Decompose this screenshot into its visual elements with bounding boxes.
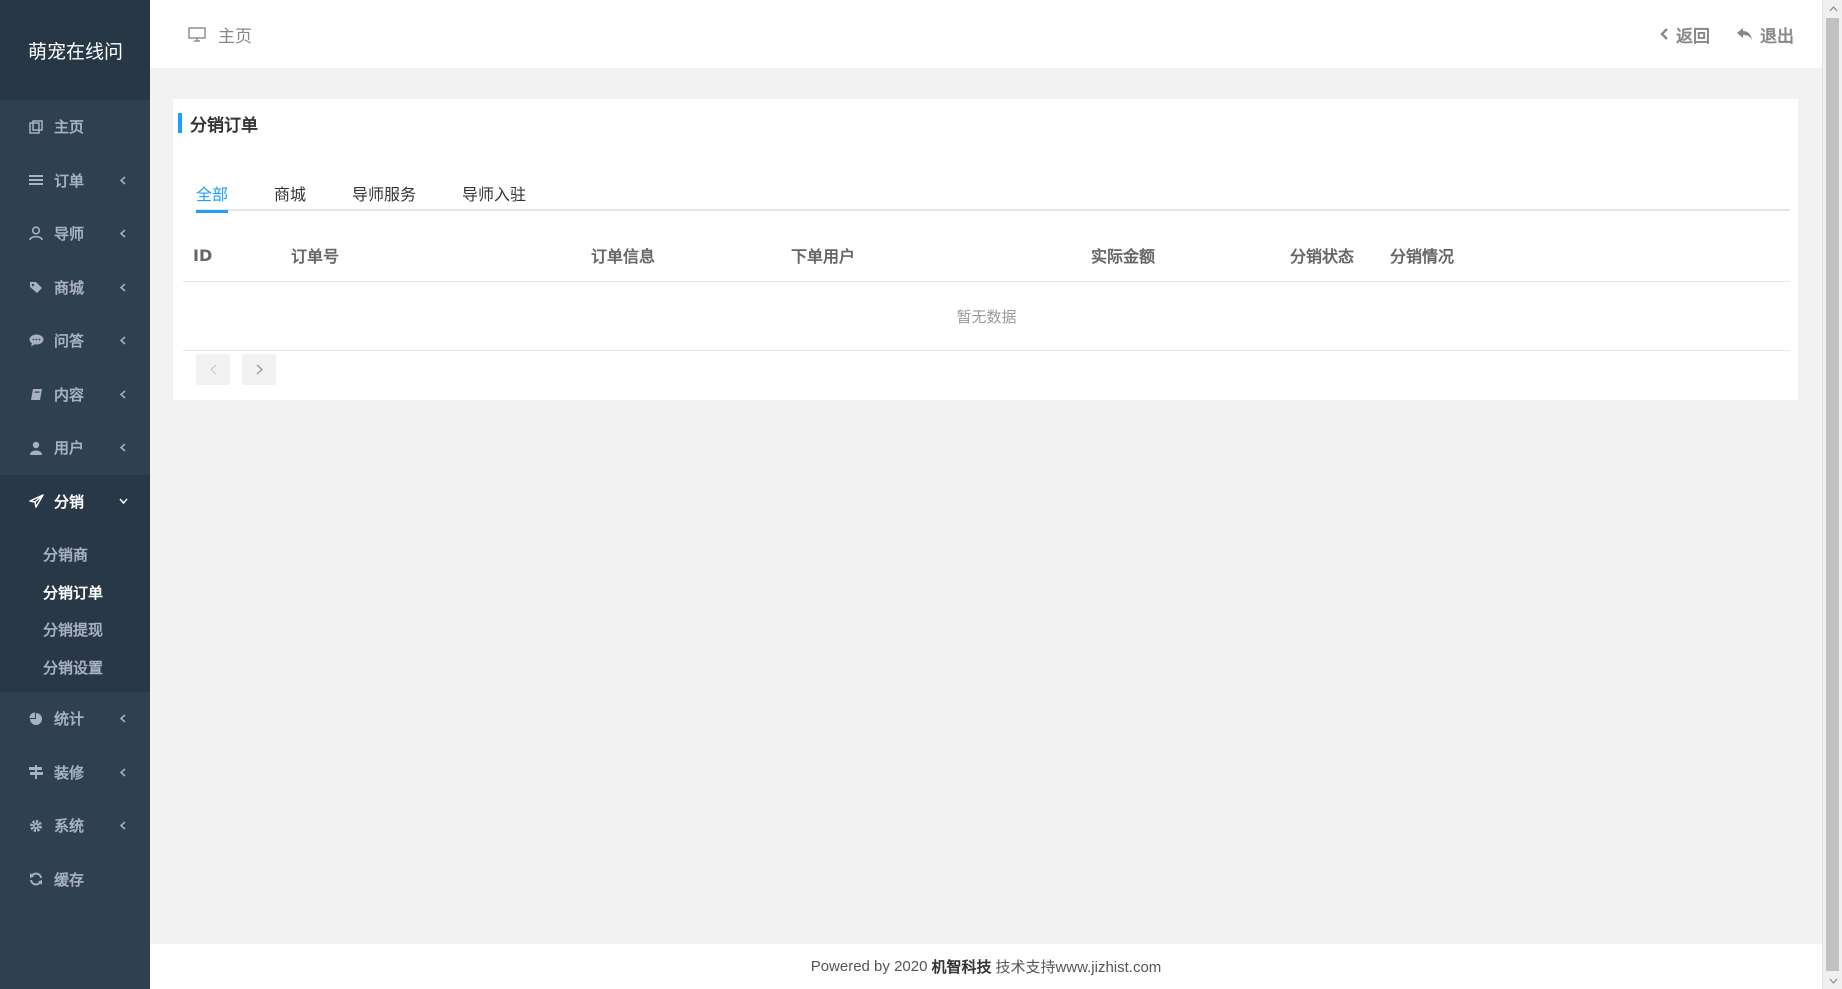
sidebar-item-label: 问答	[54, 332, 85, 351]
sidebar-item-qa[interactable]: 问答	[0, 314, 150, 368]
sidebar: 萌宠在线问 主页 订单 导师 商城 问答 内容 用户 分销 分销商 分销订单 分…	[0, 0, 150, 989]
chevron-left-icon	[118, 767, 128, 777]
footer: Powered by 2020 机智科技 技术支持www.jizhist.com	[150, 944, 1822, 989]
chevron-left-icon	[118, 282, 128, 292]
submenu-item-distributors[interactable]: 分销商	[0, 536, 150, 574]
monitor-icon	[188, 26, 206, 42]
sidebar-item-label: 商城	[54, 278, 85, 297]
column-header-amount[interactable]: 实际金额	[1091, 243, 1155, 267]
chevron-left-icon	[118, 336, 128, 346]
tab-all[interactable]: 全部	[196, 175, 229, 213]
chevron-left-icon	[118, 229, 128, 239]
chevron-left-icon	[118, 821, 128, 831]
breadcrumb-label: 主页	[218, 26, 252, 47]
tab-mentor-service[interactable]: 导师服务	[352, 175, 416, 211]
sidebar-item-label: 统计	[54, 710, 85, 729]
sidebar-item-distribution[interactable]: 分销	[0, 474, 150, 528]
back-button[interactable]: 返回	[1660, 22, 1710, 47]
user-icon	[28, 440, 44, 456]
sidebar-item-content[interactable]: 内容	[0, 368, 150, 422]
chevron-left-icon	[209, 360, 217, 379]
chevron-left-icon	[118, 714, 128, 724]
sidebar-item-orders[interactable]: 订单	[0, 154, 150, 208]
book-icon	[28, 386, 44, 402]
submenu-item-distribution-settings[interactable]: 分销设置	[0, 649, 150, 687]
chevron-left-icon	[118, 175, 128, 185]
chevron-left-icon	[1660, 27, 1669, 41]
scroll-up-arrow-icon[interactable]	[1823, 0, 1842, 17]
sidebar-item-label: 用户	[54, 439, 85, 458]
column-header-status[interactable]: 分销状态	[1290, 243, 1354, 267]
content-panel: 分销订单 全部 商城 导师服务 导师入驻 ID 订单号 订单信息 下单用户 实际…	[173, 99, 1798, 400]
sidebar-item-shop[interactable]: 商城	[0, 261, 150, 315]
sidebar-item-system[interactable]: 系统	[0, 799, 150, 853]
column-header-detail[interactable]: 分销情况	[1390, 243, 1454, 267]
breadcrumb[interactable]: 主页	[188, 22, 252, 47]
chevron-right-icon	[256, 360, 263, 379]
tags-icon	[28, 279, 44, 295]
sidebar-item-users[interactable]: 用户	[0, 421, 150, 475]
reply-icon	[1736, 27, 1753, 41]
submenu-item-distribution-withdraw[interactable]: 分销提现	[0, 611, 150, 649]
paper-plane-icon	[28, 493, 44, 509]
column-header-order-info[interactable]: 订单信息	[591, 243, 655, 267]
back-label: 返回	[1676, 26, 1710, 47]
tab-mentor-join[interactable]: 导师入驻	[462, 175, 526, 211]
sidebar-item-label: 导师	[54, 225, 85, 244]
comment-icon	[28, 333, 44, 349]
sidebar-item-label: 内容	[54, 385, 85, 404]
sidebar-nav: 主页 订单 导师 商城 问答 内容 用户 分销	[0, 100, 150, 528]
sidebar-item-label: 分销	[54, 492, 85, 511]
gear-icon	[28, 818, 44, 834]
footer-prefix: Powered by 2020	[810, 958, 928, 975]
footer-company: 机智科技	[931, 959, 992, 976]
tab-bar: 全部 商城 导师服务 导师入驻	[196, 175, 1790, 213]
chevron-down-icon	[118, 496, 128, 506]
refresh-icon	[28, 871, 44, 887]
app-logo[interactable]: 萌宠在线问	[0, 0, 150, 100]
sidebar-item-label: 主页	[54, 118, 85, 137]
logout-button[interactable]: 退出	[1736, 22, 1794, 47]
empty-state: 暂无数据	[183, 283, 1790, 351]
sidebar-item-mentors[interactable]: 导师	[0, 207, 150, 261]
user-outline-icon	[28, 226, 44, 242]
bars-icon	[28, 172, 44, 188]
sidebar-item-cache[interactable]: 缓存	[0, 853, 150, 907]
sidebar-item-label: 缓存	[54, 870, 85, 889]
logout-label: 退出	[1760, 26, 1794, 47]
sidebar-nav-lower: 统计 装修 系统 缓存	[0, 692, 150, 906]
submenu-item-distribution-orders[interactable]: 分销订单	[0, 574, 150, 612]
column-header-user[interactable]: 下单用户	[791, 243, 855, 267]
footer-suffix[interactable]: 技术支持www.jizhist.com	[995, 956, 1161, 977]
scrollbar-thumb[interactable]	[1826, 18, 1839, 971]
top-bar: 主页 返回 退出	[150, 0, 1822, 68]
sidebar-item-label: 系统	[54, 817, 85, 836]
sidebar-item-label: 订单	[54, 171, 85, 190]
page-title: 分销订单	[178, 113, 258, 136]
pie-chart-icon	[28, 711, 44, 727]
next-page-button[interactable]	[242, 354, 276, 385]
sidebar-item-home[interactable]: 主页	[0, 100, 150, 154]
sidebar-item-stats[interactable]: 统计	[0, 692, 150, 746]
column-header-id[interactable]: ID	[193, 246, 212, 265]
column-header-order-no[interactable]: 订单号	[291, 243, 339, 267]
vertical-scrollbar[interactable]	[1822, 0, 1842, 989]
chevron-left-icon	[118, 389, 128, 399]
signpost-icon	[28, 764, 44, 780]
pagination	[196, 354, 276, 385]
sidebar-item-decoration[interactable]: 装修	[0, 746, 150, 800]
scroll-down-arrow-icon[interactable]	[1823, 972, 1842, 989]
sidebar-item-label: 装修	[54, 763, 85, 782]
top-actions: 返回 退出	[1660, 22, 1794, 47]
prev-page-button[interactable]	[196, 354, 230, 385]
copy-icon	[28, 119, 44, 135]
tab-shop[interactable]: 商城	[274, 175, 306, 211]
chevron-left-icon	[118, 443, 128, 453]
distribution-submenu: 分销商 分销订单 分销提现 分销设置	[0, 528, 150, 692]
table-header: ID 订单号 订单信息 下单用户 实际金额 分销状态 分销情况	[183, 229, 1790, 282]
